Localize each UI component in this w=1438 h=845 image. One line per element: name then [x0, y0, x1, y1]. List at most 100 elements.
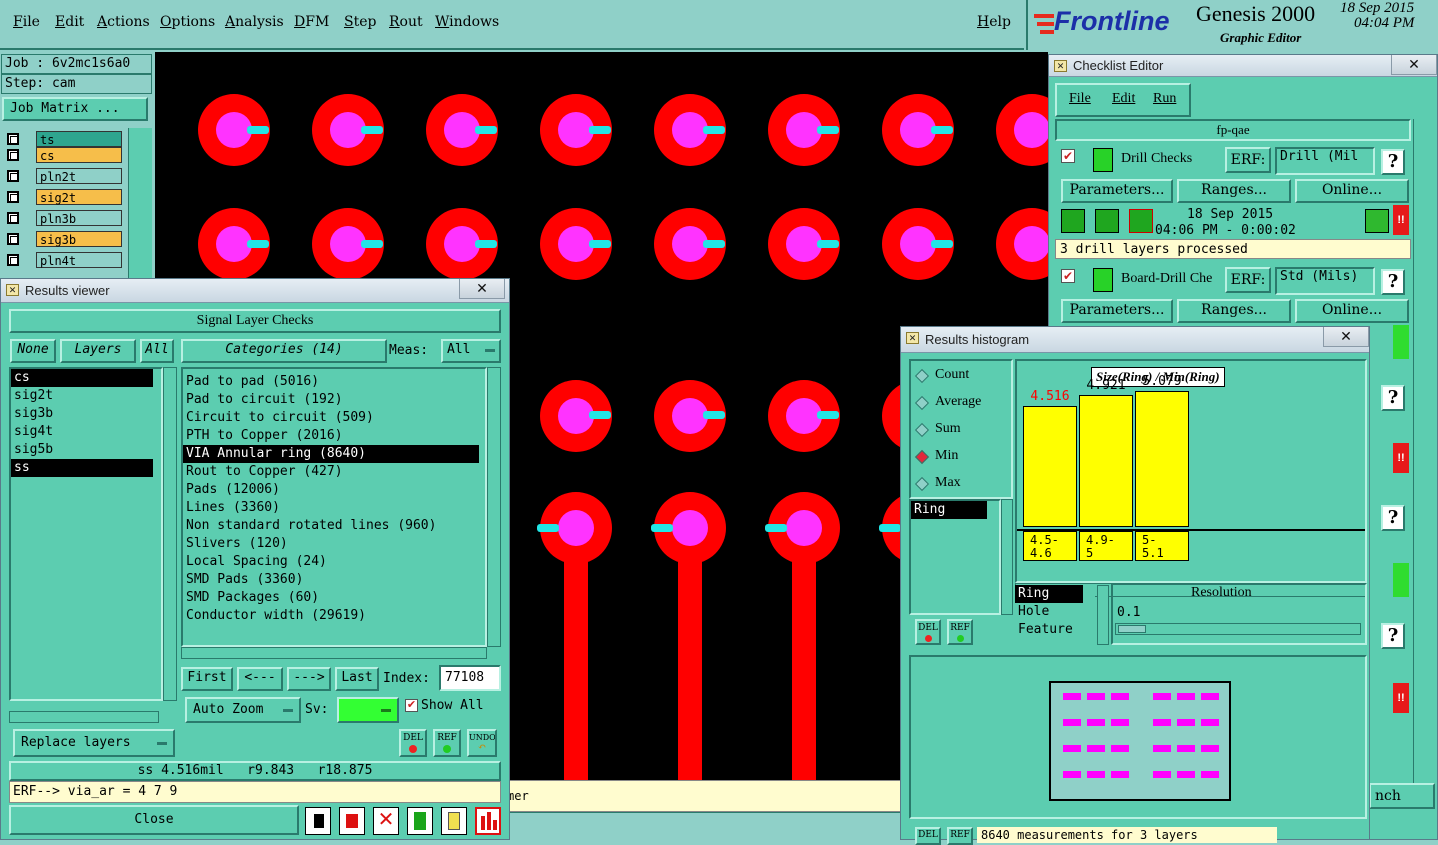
all-button[interactable]: All	[140, 339, 174, 363]
feature-option[interactable]: Ring	[1015, 585, 1083, 603]
layer-row[interactable]: cs	[4, 147, 122, 163]
list-item[interactable]: sig4t	[11, 423, 161, 441]
help-button[interactable]: ?	[1381, 385, 1405, 411]
category-item[interactable]: Pad to pad (5016)	[183, 373, 485, 391]
report-red-icon[interactable]	[339, 807, 365, 835]
layer-row[interactable]: sig2t	[4, 189, 122, 205]
histogram-list-scrollbar[interactable]	[1001, 499, 1013, 615]
enabled-checkmark-icon[interactable]: ✔	[1061, 149, 1075, 163]
online-button[interactable]: Online...	[1295, 299, 1409, 323]
menu-step[interactable]: Step	[344, 14, 376, 30]
categories-hscrollbar[interactable]	[181, 647, 487, 659]
category-item[interactable]: PTH to Copper (2016)	[183, 427, 485, 445]
meas-dropdown[interactable]: All	[441, 339, 501, 363]
close-button[interactable]: Close	[9, 805, 299, 835]
last-button[interactable]: Last	[335, 667, 379, 691]
categories-list[interactable]: Pad to pad (5016) Pad to circuit (192) C…	[181, 367, 487, 647]
ref-button[interactable]: REF	[947, 619, 973, 645]
checklist-scrollbar[interactable]	[1413, 119, 1435, 799]
checklist-menu-edit[interactable]: Edit	[1112, 91, 1135, 107]
menu-options[interactable]: Options	[160, 14, 215, 30]
layer-list-scrollbar[interactable]	[128, 128, 152, 278]
show-all-checkbox[interactable]: ✔	[405, 699, 418, 712]
list-item[interactable]: Ring	[911, 501, 987, 519]
parameters-button[interactable]: Parameters...	[1061, 179, 1173, 203]
categories-vscrollbar[interactable]	[487, 367, 501, 647]
help-button[interactable]: ?	[1381, 505, 1405, 531]
layer-list-vscrollbar[interactable]	[163, 367, 177, 701]
layer-row[interactable]: pln4t	[4, 252, 122, 268]
checklist-menu-run[interactable]: Run	[1153, 91, 1176, 107]
results-layer-list[interactable]: cs sig2t sig3b sig4t sig5b ss	[9, 367, 163, 701]
category-item[interactable]: Pad to circuit (192)	[183, 391, 485, 409]
histogram-bar[interactable]	[1023, 406, 1077, 527]
close-icon[interactable]: ✕	[459, 279, 505, 299]
online-button[interactable]: Online...	[1295, 179, 1409, 203]
layer-row[interactable]: sig3b	[4, 231, 122, 247]
ranges-button[interactable]: Ranges...	[1177, 179, 1291, 203]
layer-checkbox[interactable]	[7, 191, 19, 203]
close-icon[interactable]: ✕	[1323, 327, 1369, 347]
report-icon[interactable]	[305, 807, 331, 835]
list-item[interactable]: sig5b	[11, 441, 161, 459]
layer-checkbox[interactable]	[7, 149, 19, 161]
category-item[interactable]: Lines (3360)	[183, 499, 485, 517]
del-button[interactable]: DEL	[915, 827, 941, 845]
layer-checkbox[interactable]	[7, 233, 19, 245]
histogram-icon[interactable]	[475, 807, 501, 835]
layers-button[interactable]: Layers	[60, 339, 136, 363]
job-matrix-button[interactable]: Job Matrix ...	[2, 97, 148, 121]
histogram-bar[interactable]	[1079, 395, 1133, 527]
categories-button[interactable]: Categories (14)	[181, 339, 387, 363]
prev-button[interactable]: <---	[237, 667, 283, 691]
next-button[interactable]: --->	[287, 667, 331, 691]
ref-button[interactable]: REF	[947, 827, 973, 845]
category-item[interactable]: SMD Packages (60)	[183, 589, 485, 607]
menu-edit[interactable]: Edit	[55, 14, 84, 30]
menu-dfm[interactable]: DFM	[294, 14, 329, 30]
list-item[interactable]: ss	[11, 459, 153, 477]
del-button[interactable]: DEL	[399, 729, 427, 757]
ranges-button[interactable]: Ranges...	[1177, 299, 1291, 323]
menu-rout[interactable]: Rout	[389, 14, 423, 30]
del-button[interactable]: DEL	[915, 619, 941, 645]
none-button[interactable]: None	[10, 339, 56, 363]
layer-checkbox[interactable]	[7, 254, 19, 266]
notes-icon[interactable]	[441, 807, 467, 835]
sv-color-dropdown[interactable]	[337, 697, 399, 723]
step-count-icon[interactable]	[407, 807, 433, 835]
first-button[interactable]: First	[181, 667, 233, 691]
help-button[interactable]: ?	[1381, 269, 1405, 295]
layer-row[interactable]: ts	[4, 131, 122, 147]
category-item[interactable]: Non standard rotated lines (960)	[183, 517, 485, 535]
layer-row[interactable]: pln2t	[4, 168, 122, 184]
category-item[interactable]: Circuit to circuit (509)	[183, 409, 485, 427]
category-item[interactable]: Rout to Copper (427)	[183, 463, 485, 481]
layer-checkbox[interactable]	[7, 212, 19, 224]
menu-help[interactable]: Help	[977, 14, 1011, 30]
index-input[interactable]: 77108	[439, 665, 501, 691]
no-report-icon[interactable]: ✕	[373, 807, 399, 835]
list-item[interactable]: cs	[11, 369, 153, 387]
menu-windows[interactable]: Windows	[435, 14, 499, 30]
layer-row[interactable]: pln3b	[4, 210, 122, 226]
close-icon[interactable]: ✕	[1391, 55, 1437, 75]
layer-checkbox[interactable]	[7, 133, 19, 145]
menu-file[interactable]: File	[13, 14, 40, 30]
slider-thumb[interactable]	[1118, 625, 1146, 633]
resolution-slider[interactable]	[1115, 623, 1361, 635]
category-item[interactable]: Local Spacing (24)	[183, 553, 485, 571]
category-item[interactable]: Slivers (120)	[183, 535, 485, 553]
layer-list-hscrollbar[interactable]	[9, 711, 159, 723]
category-item[interactable]: Pads (12006)	[183, 481, 485, 499]
category-item[interactable]: VIA Annular ring (8640)	[183, 445, 479, 463]
menu-analysis[interactable]: Analysis	[225, 14, 284, 30]
feature-option[interactable]: Feature	[1015, 621, 1095, 639]
feature-list-scrollbar[interactable]	[1097, 585, 1109, 645]
layer-checkbox[interactable]	[7, 170, 19, 182]
parameters-button[interactable]: Parameters...	[1061, 299, 1173, 323]
replace-layers-dropdown[interactable]: Replace layers	[13, 729, 175, 757]
histogram-bar[interactable]	[1135, 391, 1189, 527]
category-item[interactable]: SMD Pads (3360)	[183, 571, 485, 589]
run-icon[interactable]	[1061, 209, 1085, 233]
